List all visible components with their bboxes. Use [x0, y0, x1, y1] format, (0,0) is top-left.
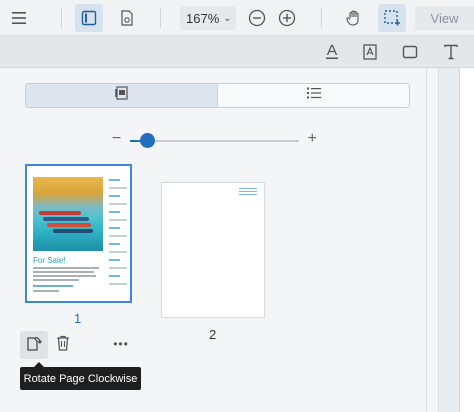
region-select-icon[interactable] [378, 4, 406, 32]
panel-view-toggle [25, 83, 410, 108]
chevron-down-icon: ⌄ [223, 12, 232, 24]
thumbnail-size-decrease[interactable]: − [112, 131, 121, 147]
document-page-edge [459, 68, 474, 412]
boat-shape [43, 217, 89, 221]
delete-page-button[interactable] [51, 331, 75, 359]
thumbnail-sidebar-text [109, 179, 127, 291]
boat-shape [47, 223, 91, 227]
main-toolbar: 167 % ⌄ View [0, 0, 474, 36]
outline-view-tab[interactable] [218, 84, 409, 107]
thumbnails-view-tab[interactable] [26, 84, 218, 107]
page-thumbnail-2[interactable] [161, 182, 265, 318]
text-tool-icon[interactable] [439, 40, 463, 64]
thumbnail-header-text [239, 188, 257, 197]
thumbnails-icon [114, 85, 130, 106]
rotate-tooltip: Rotate Page Clockwise [20, 362, 141, 390]
page-thumbnail-1[interactable]: For Sale! [25, 164, 132, 303]
zoom-value: 167 [186, 10, 208, 26]
trash-icon [55, 334, 71, 357]
thumbnail-size-increase[interactable]: + [308, 131, 317, 147]
pdf-editor-app: 167 % ⌄ View − + For Sale! 1 2 ••• Rotat… [0, 0, 474, 412]
zoom-out-icon[interactable] [245, 6, 269, 30]
hand-pan-icon[interactable] [340, 5, 368, 31]
thumbnail-size-slider[interactable]: − + [112, 130, 317, 150]
page-number-2: 2 [209, 327, 217, 342]
thumbnail-body-text [33, 267, 99, 294]
boat-shape [39, 211, 81, 215]
view-button[interactable]: View [415, 6, 474, 30]
rectangle-icon[interactable] [398, 40, 422, 64]
toolbar-divider [321, 8, 322, 28]
page-number-1: 1 [74, 311, 82, 326]
text-field-icon[interactable] [358, 40, 382, 64]
toolbar-divider [160, 8, 161, 28]
list-icon [306, 86, 322, 105]
more-options-button[interactable]: ••• [108, 334, 134, 354]
menu-icon[interactable] [6, 6, 32, 30]
boat-shape [53, 229, 93, 233]
slider-thumb[interactable] [139, 133, 155, 148]
thumbnail-photo [33, 177, 103, 251]
rotate-clockwise-icon [25, 334, 43, 357]
annotation-toolbar [0, 36, 474, 68]
zoom-in-icon[interactable] [275, 6, 299, 30]
zoom-unit: % [207, 10, 220, 26]
sidebar-panel-icon[interactable] [75, 4, 103, 32]
more-options-icon: ••• [113, 337, 129, 351]
zoom-select[interactable]: 167 % ⌄ [180, 6, 236, 30]
thumbnail-title: For Sale! [33, 256, 66, 265]
slider-track[interactable] [130, 140, 299, 142]
text-underline-icon[interactable] [320, 40, 344, 64]
file-settings-icon[interactable] [114, 5, 140, 31]
toolbar-divider [61, 8, 62, 28]
rotate-clockwise-button[interactable] [20, 331, 48, 359]
